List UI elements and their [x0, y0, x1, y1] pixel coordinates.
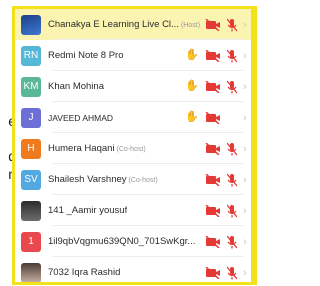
mic-off-icon [227, 18, 237, 31]
participant-row[interactable]: 7032 Iqra Rashid › [15, 257, 251, 282]
avatar [21, 14, 41, 35]
chevron-right-icon[interactable]: › [243, 143, 249, 155]
chevron-right-icon[interactable]: › [243, 236, 249, 248]
video-off-icon [205, 49, 220, 62]
mic-off-icon [227, 204, 237, 217]
participant-name: 141 _Aamir yousuf [48, 205, 128, 216]
avatar: KM [21, 76, 41, 97]
video-off-icon [205, 266, 220, 279]
avatar: 1 [21, 231, 41, 252]
video-off-icon [205, 80, 220, 93]
participant-name: Chanakya E Learning Live Cl... (Host) [48, 19, 201, 30]
participant-row[interactable]: KM Khan Mohina ✋ › [15, 71, 251, 102]
participant-row[interactable]: Chanakya E Learning Live Cl... (Host) › [15, 9, 251, 40]
participant-row[interactable]: 141 _Aamir yousuf › [15, 195, 251, 226]
participant-name: Khan Mohina [48, 81, 104, 92]
role-tag: (Host) [180, 22, 201, 29]
raised-hand-icon: ✋ [185, 80, 199, 92]
participant-row[interactable]: 1 1il9qbVqgmu639QN0_701SwKgr... › [15, 226, 251, 257]
participant-row[interactable]: H Humera Haqani (Co-host) › [15, 133, 251, 164]
video-off-icon [205, 235, 220, 248]
video-off-icon [205, 111, 220, 124]
participant-name: Humera Haqani (Co-host) [48, 143, 146, 154]
participant-name: 7032 Iqra Rashid [48, 267, 121, 278]
mic-off-icon [227, 173, 237, 186]
avatar: H [21, 138, 41, 159]
video-off-icon [205, 18, 220, 31]
participants-panel: Chanakya E Learning Live Cl... (Host) › R… [12, 6, 257, 285]
video-off-icon [205, 204, 220, 217]
chevron-right-icon[interactable]: › [243, 50, 249, 62]
mic-off-icon [227, 235, 237, 248]
role-tag: (Co-host) [128, 177, 158, 184]
mic-off-icon [227, 266, 237, 279]
chevron-right-icon[interactable]: › [243, 174, 249, 186]
avatar [21, 200, 41, 221]
video-off-icon [205, 142, 220, 155]
video-off-icon [205, 173, 220, 186]
avatar: SV [21, 169, 41, 190]
chevron-right-icon[interactable]: › [243, 81, 249, 93]
participant-name: 1il9qbVqgmu639QN0_701SwKgr... [48, 236, 196, 247]
participant-row[interactable]: RN Redmi Note 8 Pro ✋ › [15, 40, 251, 71]
mic-off-icon [227, 49, 237, 62]
avatar [21, 262, 41, 282]
scroll-strip[interactable] [251, 9, 254, 282]
chevron-right-icon[interactable]: › [243, 112, 249, 124]
role-tag: (Co-host) [116, 146, 146, 153]
raised-hand-icon: ✋ [185, 49, 199, 61]
participant-name: Shailesh Varshney (Co-host) [48, 174, 158, 185]
chevron-right-icon[interactable]: › [243, 205, 249, 217]
chevron-right-icon[interactable]: › [243, 19, 249, 31]
avatar: RN [21, 45, 41, 66]
participant-name: JAVEED AHMAD [48, 112, 114, 123]
avatar: J [21, 107, 41, 128]
raised-hand-icon: ✋ [185, 111, 199, 123]
mic-off-icon [227, 142, 237, 155]
participant-row[interactable]: J JAVEED AHMAD ✋ › [15, 102, 251, 133]
mic-off-icon [227, 80, 237, 93]
participant-row[interactable]: SV Shailesh Varshney (Co-host) › [15, 164, 251, 195]
participant-name: Redmi Note 8 Pro [48, 50, 124, 61]
chevron-right-icon[interactable]: › [243, 267, 249, 279]
